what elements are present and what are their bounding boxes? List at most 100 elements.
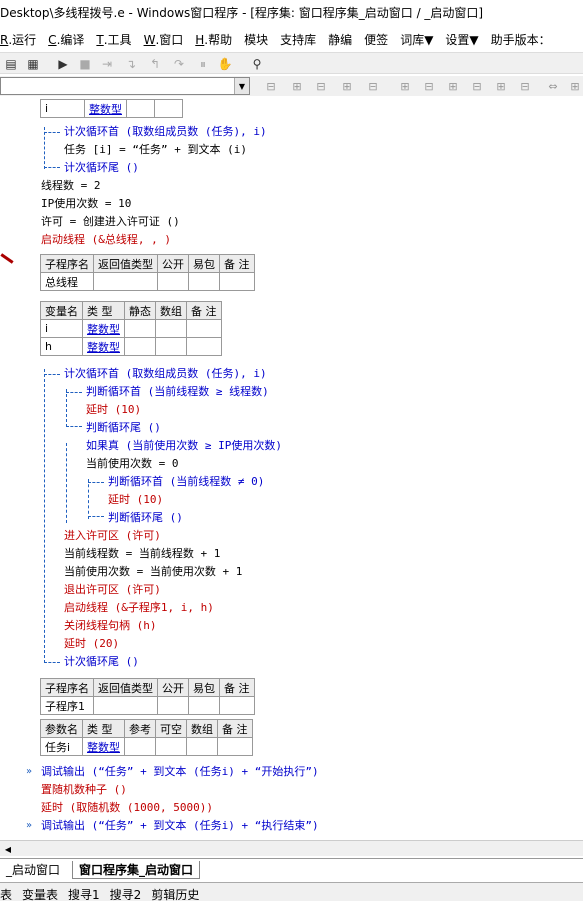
code-line[interactable]: 延时 (20) bbox=[64, 635, 119, 653]
stop-icon[interactable]: ■ bbox=[76, 55, 94, 73]
code-line[interactable]: 如果真 (当前使用次数 ≥ IP使用次数) bbox=[86, 437, 282, 455]
menu-item-10[interactable]: 设置▼ bbox=[445, 31, 478, 48]
table-cell[interactable] bbox=[186, 319, 222, 338]
table-cell[interactable] bbox=[126, 99, 155, 118]
table-cell[interactable] bbox=[186, 737, 218, 756]
align-middle-icon[interactable]: ⊟ bbox=[364, 78, 382, 94]
code-line[interactable]: 关闭线程句柄 (h) bbox=[64, 617, 157, 635]
panel-tab-4[interactable]: 剪辑历史 bbox=[151, 883, 199, 901]
menu-item-1[interactable]: C.编译 bbox=[48, 31, 84, 48]
code-line[interactable]: 调试输出 (“任务” + 到文本 (任务i) + “开始执行”) bbox=[41, 763, 319, 781]
table-cell[interactable] bbox=[124, 319, 156, 338]
table-cell[interactable] bbox=[93, 696, 158, 715]
code-line[interactable]: 判断循环尾 () bbox=[108, 509, 183, 527]
table-cell[interactable]: 整数型 bbox=[82, 337, 125, 356]
code-line[interactable]: 计次循环尾 () bbox=[64, 653, 139, 671]
panel-tab-1[interactable]: 变量表 bbox=[22, 883, 58, 901]
code-line[interactable]: 计次循环尾 () bbox=[64, 159, 139, 177]
run-icon[interactable]: ▶ bbox=[54, 55, 72, 73]
table-cell[interactable] bbox=[124, 737, 156, 756]
code-line[interactable]: 延时 (取随机数 (1000, 5000)) bbox=[41, 799, 213, 817]
table-cell[interactable] bbox=[93, 272, 158, 291]
center-v-icon[interactable]: ⇔ bbox=[544, 78, 562, 94]
code-line[interactable]: 计次循环首 (取数组成员数 (任务), i) bbox=[64, 123, 267, 141]
table-cell[interactable] bbox=[217, 737, 253, 756]
table-cell[interactable] bbox=[124, 337, 156, 356]
menu-item-5[interactable]: 模块 bbox=[244, 31, 268, 48]
panel-tab-2[interactable]: 搜寻1 bbox=[68, 883, 100, 901]
code-line[interactable]: 线程数 = 2 bbox=[41, 177, 101, 195]
table-cell[interactable] bbox=[188, 696, 220, 715]
code-line[interactable]: 许可 = 创建进入许可证 () bbox=[41, 213, 180, 231]
code-line[interactable]: 延时 (10) bbox=[108, 491, 163, 509]
code-line[interactable]: 启动线程 (&子程序1, i, h) bbox=[64, 599, 214, 617]
tab-window-assembly[interactable]: 窗口程序集_启动窗口 bbox=[72, 861, 201, 879]
table-cell[interactable]: 整数型 bbox=[82, 737, 125, 756]
scroll-left-icon[interactable]: ◀ bbox=[0, 841, 16, 857]
code-line[interactable]: 置随机数种子 () bbox=[41, 781, 127, 799]
table-cell[interactable] bbox=[154, 99, 183, 118]
menu-item-7[interactable]: 静编 bbox=[328, 31, 352, 48]
menu-item-6[interactable]: 支持库 bbox=[280, 31, 316, 48]
code-line[interactable]: 判断循环首 (当前线程数 ≥ 线程数) bbox=[86, 383, 269, 401]
table-cell[interactable]: 总线程 bbox=[40, 272, 94, 291]
v-space-icon[interactable]: ⊞ bbox=[492, 78, 510, 94]
align-center-icon[interactable]: ⊞ bbox=[288, 78, 306, 94]
same-size-icon[interactable]: ⊞ bbox=[444, 78, 462, 94]
code-line[interactable]: 启动线程 (&总线程, , ) bbox=[41, 231, 171, 249]
hand-icon[interactable]: ✋ bbox=[216, 55, 234, 73]
panel-tab-0[interactable]: 表 bbox=[0, 883, 12, 901]
same-height-icon[interactable]: ⊟ bbox=[420, 78, 438, 94]
code-line[interactable]: 退出许可区 (许可) bbox=[64, 581, 161, 599]
menu-item-0[interactable]: R.运行 bbox=[0, 31, 36, 48]
code-line[interactable]: 判断循环尾 () bbox=[86, 419, 161, 437]
table-cell[interactable]: i bbox=[40, 319, 83, 338]
table-cell[interactable] bbox=[219, 272, 255, 291]
table-cell[interactable] bbox=[186, 337, 222, 356]
menu-item-11[interactable]: 助手版本： bbox=[491, 31, 551, 48]
menu-item-2[interactable]: T.工具 bbox=[96, 31, 131, 48]
menu-item-8[interactable]: 便签 bbox=[364, 31, 388, 48]
code-line[interactable]: 当前线程数 = 当前线程数 + 1 bbox=[64, 545, 220, 563]
grid-icon[interactable]: ⊞ bbox=[566, 78, 583, 94]
table-cell[interactable] bbox=[157, 272, 189, 291]
table-cell[interactable] bbox=[155, 737, 187, 756]
code-line[interactable]: IP使用次数 = 10 bbox=[41, 195, 131, 213]
code-line[interactable]: 判断循环首 (当前线程数 ≠ 0) bbox=[108, 473, 264, 491]
step-over-icon[interactable]: ↷ bbox=[170, 55, 188, 73]
code-line[interactable]: 调试输出 (“任务” + 到文本 (任务i) + “执行结束”) bbox=[41, 817, 319, 835]
pause-icon[interactable]: ⏸ bbox=[194, 55, 212, 73]
table-cell[interactable]: h bbox=[40, 337, 83, 356]
step-icon[interactable]: ⇥ bbox=[98, 55, 116, 73]
code-line[interactable]: 进入许可区 (许可) bbox=[64, 527, 161, 545]
same-width-icon[interactable]: ⊞ bbox=[396, 78, 414, 94]
step-into-icon[interactable]: ↴ bbox=[122, 55, 140, 73]
layout-icon[interactable]: ▤ bbox=[2, 55, 20, 73]
table-cell[interactable] bbox=[219, 696, 255, 715]
align-right-icon[interactable]: ⊟ bbox=[312, 78, 330, 94]
binoculars-icon[interactable]: ⚲ bbox=[248, 55, 266, 73]
menu-item-9[interactable]: 词库▼ bbox=[400, 31, 433, 48]
code-line[interactable]: 当前使用次数 = 当前使用次数 + 1 bbox=[64, 563, 242, 581]
table-cell[interactable]: 任务i bbox=[40, 737, 83, 756]
panel-tab-3[interactable]: 搜寻2 bbox=[110, 883, 142, 901]
table-cell[interactable] bbox=[155, 337, 187, 356]
table-icon[interactable]: ▦ bbox=[24, 55, 42, 73]
table-cell[interactable]: 整数型 bbox=[82, 319, 125, 338]
table-cell[interactable]: 子程序1 bbox=[40, 696, 94, 715]
tab-startup-window[interactable]: _启动窗口 bbox=[0, 861, 66, 879]
table-cell[interactable] bbox=[157, 696, 189, 715]
center-h-icon[interactable]: ⊟ bbox=[516, 78, 534, 94]
h-space-icon[interactable]: ⊟ bbox=[468, 78, 486, 94]
align-top-icon[interactable]: ⊞ bbox=[338, 78, 356, 94]
code-line[interactable]: 延时 (10) bbox=[86, 401, 141, 419]
table-cell[interactable]: i bbox=[40, 99, 85, 118]
code-editor[interactable]: i 整数型 计次循环首 (取数组成员数 (任务), i) 任务 [i] = “任务” … bbox=[0, 97, 583, 840]
menu-item-4[interactable]: H.帮助 bbox=[195, 31, 232, 48]
object-combo[interactable]: ▼ bbox=[0, 77, 250, 95]
horizontal-scrollbar[interactable]: ◀ bbox=[0, 840, 583, 856]
code-line[interactable]: 计次循环首 (取数组成员数 (任务), i) bbox=[64, 365, 267, 383]
code-line[interactable]: 当前使用次数 = 0 bbox=[86, 455, 179, 473]
table-cell[interactable] bbox=[188, 272, 220, 291]
align-left-icon[interactable]: ⊟ bbox=[262, 78, 280, 94]
